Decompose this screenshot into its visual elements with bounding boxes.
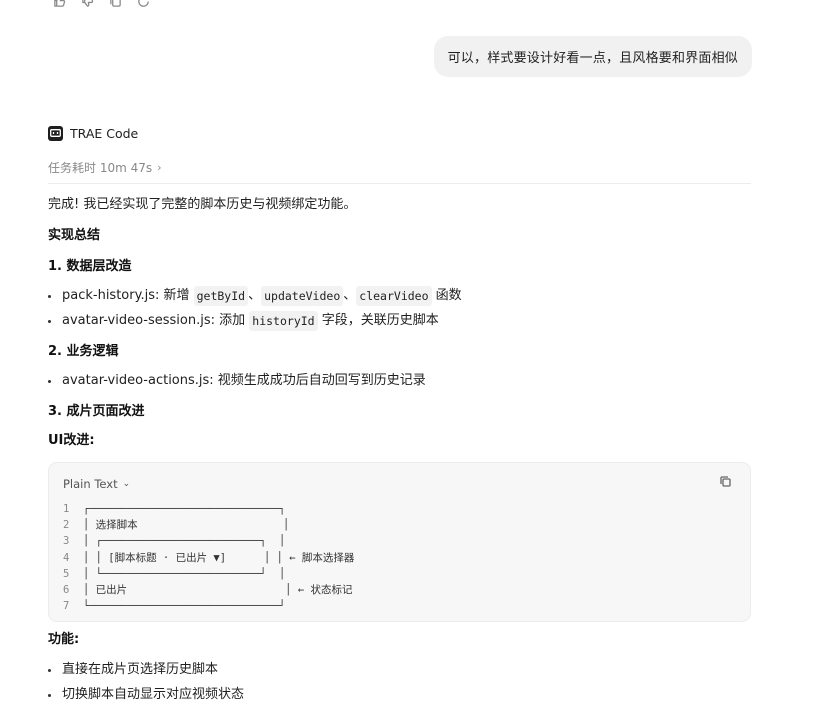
code-line: 3 │ ┌─────────────────────────┐ │ — [63, 533, 354, 549]
code-text: │ ┌─────────────────────────┐ │ — [83, 535, 286, 548]
list-item: 切换脚本自动显示对应视频状态 — [48, 686, 751, 704]
item-text: 字段，关联历史脚本 — [317, 313, 439, 328]
line-number: 5 — [63, 567, 70, 580]
chevron-down-icon: ⌄ — [122, 479, 131, 489]
code-lines: 1 ┌──────────────────────────────┐ 2 │ 选择脚本… — [63, 501, 354, 614]
user-message-bubble: 可以，样式要设计好看一点，且风格要和界面相似 — [433, 36, 752, 77]
inline-code: historyId — [249, 311, 318, 331]
code-line: 5 │ └─────────────────────────┘ │ — [63, 566, 354, 582]
assistant-message: TRAE Code 任务耗时 10m 47s › 完成! 我已经实现了完整的脚本… — [48, 124, 751, 704]
task-duration-text: 任务耗时 10m 47s — [48, 160, 153, 175]
line-number: 1 — [63, 503, 70, 515]
line-number: 6 — [63, 583, 70, 596]
inline-code: clearVideo — [356, 286, 432, 306]
list-item: pack-history.js: 新增 getById 、 updateVide… — [48, 286, 751, 306]
copy-icon — [720, 476, 731, 487]
ui-improvement-label: UI改进: — [48, 433, 95, 448]
list-item: 直接在成片页选择历史脚本 — [48, 661, 751, 679]
summary-heading: 实现总结 — [48, 228, 101, 243]
item-text: 函数 — [431, 288, 462, 303]
copy-icon[interactable] — [108, 0, 122, 8]
assistant-header: TRAE Code — [48, 124, 751, 142]
code-text: └──────────────────────────────┘ — [83, 600, 286, 613]
section-heading-logic: 2. 业务逻辑 — [48, 344, 119, 359]
code-text: │ │ [脚本标题 · 已出片 ▼] │ │ ← 脚本选择器 — [83, 551, 355, 564]
features-list: 直接在成片页选择历史脚本 切换脚本自动显示对应视频状态 — [48, 661, 751, 704]
code-line: 2 │ 选择脚本 │ — [63, 517, 354, 533]
file-name: avatar-video-actions.js: — [62, 373, 214, 388]
code-block: Plain Text ⌄ 1 ┌─────────────────────────… — [48, 462, 751, 622]
section-heading-data-layer: 1. 数据层改造 — [48, 259, 132, 274]
list-item: avatar-video-actions.js: 视频生成成功后自动回写到历史记… — [48, 372, 751, 390]
features-label: 功能: — [48, 632, 80, 647]
item-text: 新增 — [159, 288, 194, 303]
line-number: 4 — [63, 551, 70, 564]
inline-code: updateVideo — [261, 286, 344, 306]
copy-code-button[interactable] — [720, 475, 732, 487]
assistant-name: TRAE Code — [70, 125, 139, 141]
line-number: 3 — [63, 535, 70, 548]
item-text: 视频生成成功后自动回写到历史记录 — [213, 373, 426, 388]
thumbs-up-icon[interactable] — [52, 0, 66, 8]
file-name: pack-history.js: — [62, 288, 160, 303]
user-message-text: 可以，样式要设计好看一点，且风格要和界面相似 — [447, 51, 738, 66]
code-language-label: Plain Text — [63, 477, 118, 491]
code-text: ┌──────────────────────────────┐ — [83, 503, 286, 515]
line-number: 2 — [63, 519, 70, 532]
separator: 、 — [343, 288, 357, 303]
code-line: 6 │ 已出片 │ ← 状态标记 — [63, 582, 354, 598]
message-actions — [52, 0, 150, 8]
code-text: │ 已出片 │ ← 状态标记 — [83, 583, 353, 596]
line-number: 7 — [63, 600, 70, 613]
code-language-select[interactable]: Plain Text ⌄ — [63, 475, 130, 493]
section-heading-page: 3. 成片页面改进 — [48, 404, 145, 419]
inline-code: getById — [193, 286, 249, 306]
code-line: 7 └──────────────────────────────┘ — [63, 598, 354, 614]
thumbs-down-icon[interactable] — [80, 0, 94, 8]
intro-text: 完成! 我已经实现了完整的脚本历史与视频绑定功能。 — [48, 197, 357, 212]
code-line: 1 ┌──────────────────────────────┐ — [63, 501, 354, 517]
code-text: │ └─────────────────────────┘ │ — [83, 567, 286, 580]
chevron-right-icon: › — [157, 160, 162, 174]
code-text: │ 选择脚本 │ — [83, 519, 290, 532]
code-line: 4 │ │ [脚本标题 · 已出片 ▼] │ │ ← 脚本选择器 — [63, 550, 354, 566]
list-item: avatar-video-session.js: 添加 historyId 字段… — [48, 311, 751, 331]
divider — [48, 183, 751, 184]
file-name: avatar-video-session.js: — [62, 313, 216, 328]
refresh-icon[interactable] — [136, 0, 150, 8]
separator: 、 — [248, 288, 262, 303]
item-text: 添加 — [215, 313, 250, 328]
message-content: 完成! 我已经实现了完整的脚本历史与视频绑定功能。 实现总结 1. 数据层改造 … — [48, 196, 751, 704]
trae-logo-icon — [48, 125, 63, 141]
task-duration-toggle[interactable]: 任务耗时 10m 47s › — [48, 158, 751, 176]
